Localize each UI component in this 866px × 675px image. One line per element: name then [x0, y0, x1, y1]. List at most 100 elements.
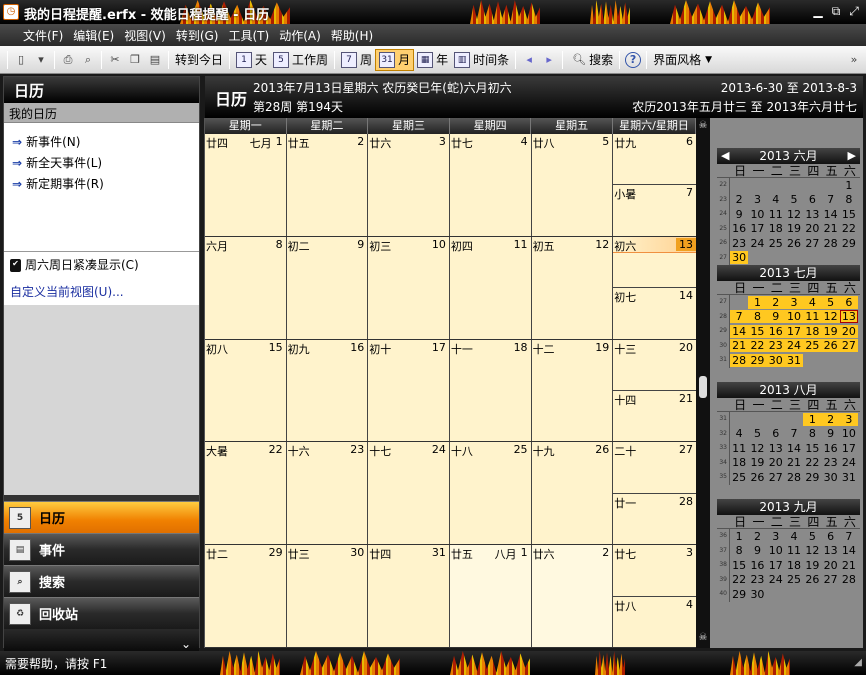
new-recurring-event-link[interactable]: ⇒ 新定期事件(R)	[4, 173, 199, 194]
mini-day[interactable]: 2	[766, 295, 785, 309]
mini-day[interactable]: 6	[839, 295, 859, 309]
day-cell[interactable]: 廿二 29	[205, 545, 287, 647]
mini-day[interactable]: 7	[840, 530, 858, 543]
day-cell[interactable]: 廿六 3	[368, 134, 450, 236]
scroll-up-icon[interactable]: ☠	[697, 120, 709, 132]
mini-day[interactable]: 15	[748, 324, 767, 338]
mini-day[interactable]: 16	[821, 442, 839, 455]
mini-day[interactable]: 6	[767, 427, 785, 440]
scrollbar-thumb[interactable]	[699, 376, 707, 398]
mini-day[interactable]: 27	[821, 573, 839, 586]
day-cell[interactable]: 初五 12	[531, 236, 614, 339]
mini-day[interactable]: 20	[767, 456, 785, 469]
mini-day[interactable]: 1	[803, 412, 822, 426]
day-cell[interactable]: 初三 10	[368, 236, 450, 339]
mini-day[interactable]: 28	[840, 573, 858, 586]
mini-day[interactable]: 1	[840, 179, 858, 192]
day-cell[interactable]: 初二 9	[286, 236, 369, 339]
mini-day[interactable]: 15	[730, 559, 748, 572]
menu-actions[interactable]: 动作(A)	[274, 27, 326, 44]
mini-day[interactable]: 28	[730, 353, 749, 367]
mini-day[interactable]: 26	[785, 237, 803, 250]
mini-day[interactable]: 11	[767, 208, 785, 221]
mini-day[interactable]: 11	[730, 442, 748, 455]
day-cell[interactable]: 廿四 31	[368, 545, 450, 647]
mini-day[interactable]: 19	[785, 222, 803, 235]
mini-day[interactable]: 14	[821, 208, 839, 221]
paste-icon[interactable]: ▤	[147, 52, 163, 68]
day-cell[interactable]: 廿三 30	[286, 545, 369, 647]
mini-day[interactable]: 23	[766, 339, 785, 353]
mini-day[interactable]: 29	[730, 588, 748, 601]
mini-day[interactable]: 14	[785, 442, 803, 455]
prev-month-icon[interactable]: ◀	[721, 148, 729, 164]
year-view-button[interactable]: ▦ 年	[414, 49, 451, 71]
mini-day[interactable]: 25	[730, 471, 748, 484]
mini-day[interactable]: 17	[784, 324, 804, 338]
day-cell[interactable]: 十六 23	[286, 442, 369, 545]
day-cell[interactable]: 初九 16	[286, 339, 369, 442]
mini-day[interactable]: 4	[730, 427, 748, 440]
toolbar-overflow-icon[interactable]: »	[846, 52, 862, 68]
goto-today-button[interactable]: 转到今日	[172, 49, 226, 71]
mini-day[interactable]: 22	[840, 222, 858, 235]
mini-day[interactable]: 16	[748, 559, 766, 572]
day-cell[interactable]: 十七 24	[368, 442, 450, 545]
mini-day[interactable]: 20	[803, 222, 821, 235]
mini-day[interactable]: 30	[821, 471, 839, 484]
mini-day[interactable]: 19	[821, 324, 840, 338]
mini-day[interactable]: 27	[767, 471, 785, 484]
weekend-day-cell[interactable]: 廿八 4	[613, 596, 697, 647]
weekend-day-cell[interactable]: 小暑 7	[613, 185, 697, 236]
today-cell[interactable]: 初六 13	[613, 236, 697, 289]
help-icon[interactable]: ?	[625, 51, 642, 68]
compact-weekend-toggle[interactable]: ✔ 周六周日紧凑显示(C)	[4, 251, 199, 277]
mini-day[interactable]: 17	[748, 222, 766, 235]
mini-day[interactable]: 18	[730, 456, 748, 469]
mini-day[interactable]: 21	[730, 339, 749, 353]
title-bar[interactable]: ◷ 我的日程提醒.erfx - 效能日程提醒 - 日历 ▁ ⧉ ⤢	[0, 0, 866, 24]
mini-day[interactable]: 8	[748, 310, 767, 324]
mini-day[interactable]: 15	[840, 208, 858, 221]
mini-day[interactable]: 7	[785, 427, 803, 440]
mini-day[interactable]: 27	[803, 237, 821, 250]
vertical-scrollbar[interactable]: ☠ ☠	[696, 118, 710, 648]
day-cell[interactable]: 六月 8	[205, 236, 287, 339]
search-button[interactable]: 🔍︎ 搜索	[566, 49, 616, 71]
nav-recycle-bin[interactable]: ♻ 回收站	[4, 597, 199, 629]
mini-day[interactable]: 20	[839, 324, 859, 338]
mini-day[interactable]: 25	[785, 573, 803, 586]
mini-day[interactable]: 24	[840, 456, 858, 469]
mini-day[interactable]: 13	[803, 208, 821, 221]
mini-day[interactable]: 17	[840, 442, 858, 455]
mini-day[interactable]: 9	[730, 208, 748, 221]
mini-day[interactable]: 7	[730, 310, 749, 324]
day-cell[interactable]: 初十 17	[368, 339, 450, 442]
day-cell[interactable]: 廿八 5	[531, 134, 614, 236]
weekend-day-cell[interactable]: 廿九 6	[613, 134, 697, 186]
weekend-day-cell[interactable]: 十三 20	[613, 339, 697, 391]
mini-day[interactable]: 22	[730, 573, 748, 586]
weekend-day-cell[interactable]: 廿一 28	[613, 493, 697, 545]
mini-day[interactable]: 4	[785, 530, 803, 543]
mini-day[interactable]: 4	[767, 193, 785, 206]
print-icon[interactable]: ⎙	[60, 52, 76, 68]
mini-day[interactable]: 29	[803, 471, 821, 484]
mini-day[interactable]: 22	[748, 339, 767, 353]
day-cell[interactable]: 初八 15	[205, 339, 287, 442]
mini-day[interactable]: 28	[821, 237, 839, 250]
timeline-view-button[interactable]: ▥ 时间条	[451, 49, 512, 71]
weekend-day-cell[interactable]: 二十 27	[613, 442, 697, 494]
mini-day[interactable]: 5	[785, 193, 803, 206]
mini-day[interactable]: 8	[840, 193, 858, 206]
minimize-icon[interactable]: ▁	[810, 4, 826, 19]
mini-day[interactable]: 19	[748, 456, 766, 469]
mini-day[interactable]: 1	[730, 530, 748, 543]
mini-day[interactable]: 8	[730, 544, 748, 557]
mini-day[interactable]: 24	[784, 339, 804, 353]
mini-day[interactable]: 5	[748, 427, 766, 440]
mini-day[interactable]: 1	[748, 295, 767, 309]
mini-day[interactable]: 26	[803, 573, 821, 586]
mini-day[interactable]: 31	[840, 471, 858, 484]
mini-day[interactable]: 4	[803, 295, 822, 309]
